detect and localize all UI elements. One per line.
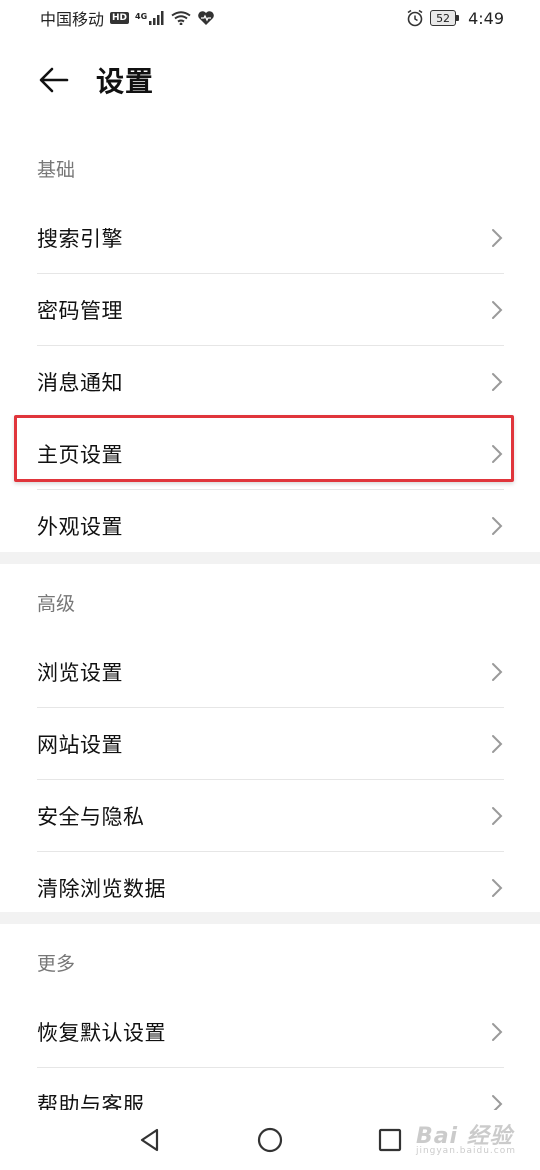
chevron-right-icon [490,227,504,249]
chevron-right-icon [490,443,504,465]
battery-indicator: 52 [430,10,460,26]
chevron-right-icon [490,661,504,683]
nav-recents-button[interactable] [370,1120,410,1160]
network-type-label: 4G [135,12,148,21]
section-divider [0,552,540,564]
chevron-right-icon [490,877,504,899]
section-more: 更多 恢复默认设置 帮助与客服 [0,924,540,1140]
watermark: Bai 经验 jingyan.baidu.com [416,1118,516,1156]
status-bar-left: 中国移动 HD 4G [40,6,215,30]
carrier-label: 中国移动 [40,10,105,29]
square-recents-icon [378,1128,402,1152]
page-header: 设置 [0,50,540,110]
health-heart-icon [198,11,214,25]
hd-badge: HD [110,12,130,24]
section-header-basic: 基础 [37,158,76,181]
section-advanced: 高级 浏览设置 网站设置 安全与隐私 清除浏览数据 [0,564,540,924]
item-label: 搜索引擎 [37,226,123,251]
section-divider [0,912,540,924]
settings-item-restore-defaults[interactable]: 恢复默认设置 [37,996,504,1068]
section-basic: 基础 搜索引擎 密码管理 消息通知 主页设置 外观设置 [0,130,540,562]
item-label: 安全与隐私 [37,804,145,829]
status-bar-right: 52 4:49 [406,9,504,28]
item-label: 浏览设置 [37,660,123,685]
item-label: 主页设置 [37,442,123,467]
settings-item-notifications[interactable]: 消息通知 [37,346,504,418]
battery-level: 52 [436,11,451,25]
settings-item-security-privacy[interactable]: 安全与隐私 [37,780,504,852]
settings-item-search-engine[interactable]: 搜索引擎 [37,202,504,274]
arrow-left-icon [39,67,69,93]
chevron-right-icon [490,515,504,537]
nav-home-button[interactable] [250,1120,290,1160]
item-label: 外观设置 [37,515,123,539]
item-label: 消息通知 [37,370,123,395]
alarm-icon [407,9,423,27]
clock-time: 4:49 [468,8,504,28]
chevron-right-icon [490,299,504,321]
chevron-right-icon [490,1021,504,1043]
settings-item-site-settings[interactable]: 网站设置 [37,708,504,780]
signal-icon [149,11,164,25]
watermark-subtext: jingyan.baidu.com [415,1146,516,1156]
status-bar: 中国移动 HD 4G 52 4:49 [0,0,540,36]
section-header-advanced: 高级 [37,592,76,615]
circle-home-icon [257,1127,283,1153]
chevron-right-icon [490,371,504,393]
back-button[interactable] [38,64,70,96]
wifi-icon [171,11,191,25]
nav-back-button[interactable] [130,1120,170,1160]
item-label: 恢复默认设置 [37,1020,166,1045]
triangle-back-icon [140,1128,159,1152]
section-header-more: 更多 [37,952,76,975]
item-label: 清除浏览数据 [37,877,166,901]
item-label: 密码管理 [37,298,123,323]
settings-item-homepage[interactable]: 主页设置 [37,418,504,490]
settings-item-password-manager[interactable]: 密码管理 [37,274,504,346]
item-label: 网站设置 [37,732,123,757]
page-title: 设置 [96,65,155,98]
chevron-right-icon [490,805,504,827]
settings-item-browsing[interactable]: 浏览设置 [37,636,504,708]
chevron-right-icon [490,733,504,755]
